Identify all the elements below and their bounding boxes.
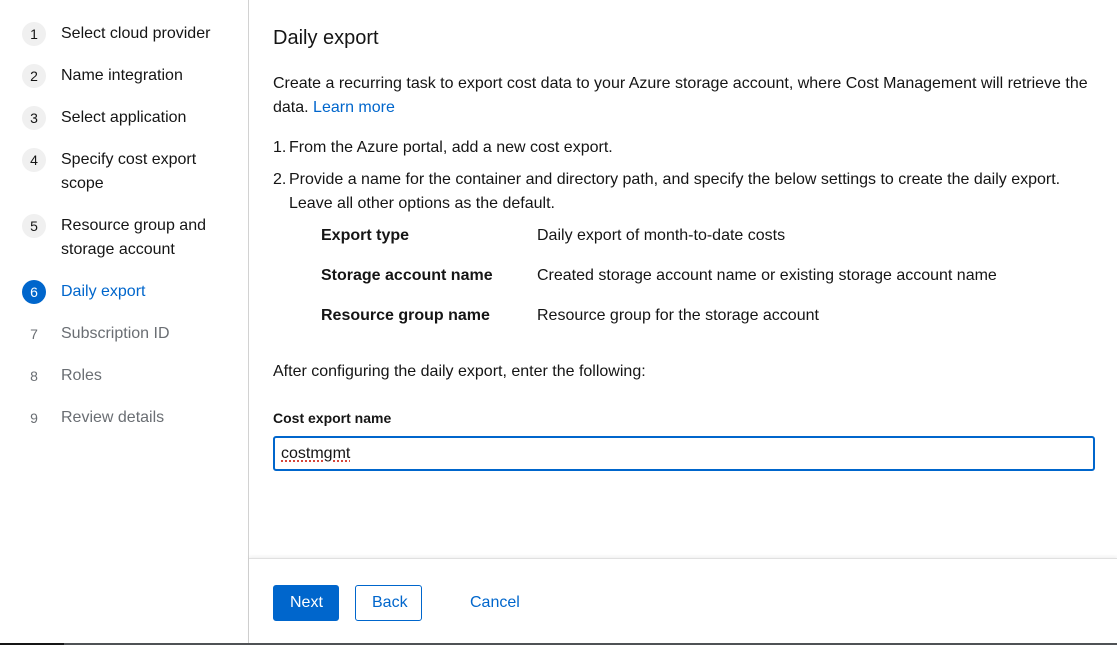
- setting-row-storage-account-name: Storage account name Created storage acc…: [321, 264, 1117, 288]
- wizard-step-name-integration[interactable]: 2 Name integration: [0, 64, 248, 88]
- instruction-item: 2. Provide a name for the container and …: [273, 168, 1117, 216]
- back-button[interactable]: Back: [355, 585, 422, 621]
- instruction-number: 1.: [273, 139, 287, 156]
- after-config-text: After configuring the daily export, ente…: [273, 363, 646, 380]
- step-number-badge: 4: [22, 148, 46, 172]
- wizard-main-content: Daily export Create a recurring task to …: [249, 0, 1117, 558]
- step-number-badge: 3: [22, 106, 46, 130]
- wizard-step-roles: 8 Roles: [0, 364, 248, 388]
- step-label: Resource group and storage account: [61, 217, 206, 258]
- setting-value: Created storage account name or existing…: [537, 267, 997, 284]
- instruction-list: 1. From the Azure portal, add a new cost…: [273, 136, 1117, 216]
- page-title: Daily export: [273, 27, 379, 49]
- wizard-step-select-cloud-provider[interactable]: 1 Select cloud provider: [0, 22, 248, 46]
- step-number-badge: 1: [22, 22, 46, 46]
- wizard-step-specify-cost-export-scope[interactable]: 4 Specify cost export scope: [0, 148, 248, 196]
- instruction-item: 1. From the Azure portal, add a new cost…: [273, 136, 1117, 160]
- setting-value: Daily export of month-to-date costs: [537, 227, 786, 244]
- step-number-badge: 7: [30, 326, 38, 342]
- wizard-step-review-details: 9 Review details: [0, 406, 248, 430]
- instruction-number: 2.: [273, 171, 287, 188]
- wizard-step-daily-export[interactable]: 6 Daily export: [0, 280, 248, 304]
- wizard-step-subscription-id: 7 Subscription ID: [0, 322, 248, 346]
- step-label: Subscription ID: [61, 325, 170, 342]
- step-label: Roles: [61, 367, 102, 384]
- step-label: Name integration: [61, 67, 183, 84]
- setting-row-resource-group-name: Resource group name Resource group for t…: [321, 304, 1117, 328]
- wizard-step-select-application[interactable]: 3 Select application: [0, 106, 248, 130]
- step-label: Review details: [61, 409, 165, 426]
- step-label: Select cloud provider: [61, 25, 211, 42]
- wizard-nav: 1 Select cloud provider 2 Name integrati…: [0, 0, 249, 645]
- step-number-badge: 2: [22, 64, 46, 88]
- step-number-badge: 6: [22, 280, 46, 304]
- wizard-step-resource-group-storage-account[interactable]: 5 Resource group and storage account: [0, 214, 248, 262]
- setting-value: Resource group for the storage account: [537, 307, 819, 324]
- setting-row-export-type: Export type Daily export of month-to-dat…: [321, 224, 1117, 248]
- step-label: Specify cost export scope: [61, 151, 197, 192]
- cancel-button[interactable]: Cancel: [454, 585, 536, 621]
- cost-export-name-label: Cost export name: [273, 410, 392, 426]
- setting-key: Storage account name: [321, 267, 493, 284]
- setting-key: Resource group name: [321, 307, 490, 324]
- instruction-text: From the Azure portal, add a new cost ex…: [289, 139, 613, 156]
- next-button[interactable]: Next: [273, 585, 339, 621]
- description: Create a recurring task to export cost d…: [273, 72, 1098, 120]
- step-number-badge: 5: [22, 214, 46, 238]
- wizard-footer: Next Back Cancel: [249, 558, 1117, 644]
- description-text: Create a recurring task to export cost d…: [273, 75, 1088, 116]
- step-label: Select application: [61, 109, 187, 126]
- instruction-text: Provide a name for the container and dir…: [289, 171, 1061, 212]
- step-label: Daily export: [61, 283, 146, 300]
- step-number-badge: 8: [30, 368, 38, 384]
- learn-more-link[interactable]: Learn more: [313, 99, 395, 116]
- step-number-badge: 9: [30, 410, 38, 426]
- setting-key: Export type: [321, 227, 410, 244]
- export-settings-list: Export type Daily export of month-to-dat…: [321, 224, 1117, 328]
- cost-export-name-input[interactable]: [273, 436, 1095, 471]
